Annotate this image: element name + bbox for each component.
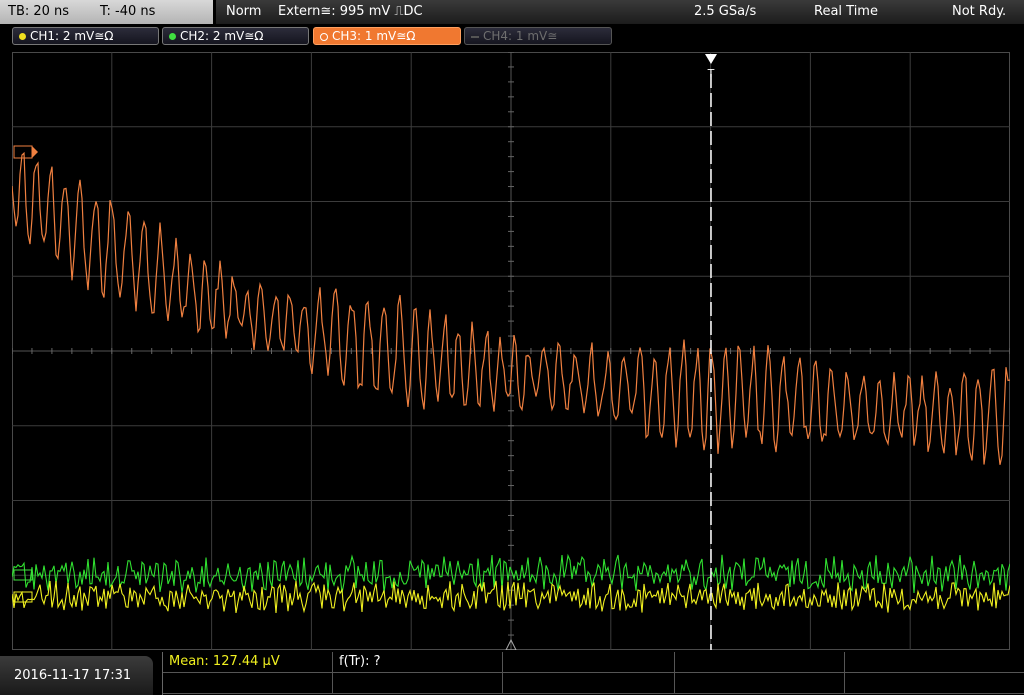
channel-2-label: CH2: 2 mV≅Ω [180,29,264,43]
measurement-cell-9[interactable] [675,673,845,694]
timebase-box[interactable]: TB: 20 ns T: -40 ns [0,0,213,24]
trigger-mode-label: Norm [226,4,262,19]
measurement-cell-6[interactable] [163,673,333,694]
status-label: Not Rdy. [952,4,1007,19]
grid-lines [12,52,1010,650]
measurement-cell-8[interactable] [503,673,675,694]
date-time-label: 2016-11-17 17:31 [0,656,153,695]
channel-1-dot-icon [19,33,26,40]
trigger-marker-label: T [707,67,715,80]
measurement-cell-10[interactable] [845,673,1024,694]
channel-2-button[interactable]: CH2: 2 mV≅Ω [162,27,309,45]
channel-3-offset-icon [13,145,33,159]
top-status-bar: TB: 20 ns T: -40 ns Norm Extern≅: 995 mV… [0,0,1024,24]
trigger-frequency-measurement: f(Tr): ? [339,654,381,669]
channel-3-dot-icon [320,32,328,41]
channel-4-label: CH4: 1 mV≅ [483,29,558,43]
trigger-offset-label: T: -40 ns [100,4,156,19]
measurement-cell-3[interactable] [503,652,675,673]
waveform-canvas[interactable]: T [12,52,1010,650]
sample-rate-label: 2.5 GSa/s [694,4,757,19]
trigger-position-icon [705,54,717,64]
timebase-label: TB: 20 ns [8,4,70,19]
channel-3-button[interactable]: CH3: 1 mV≅Ω [313,27,461,45]
measurement-cell-4[interactable] [675,652,845,673]
measurement-panel[interactable]: Mean: 127.44 µV f(Tr): ? [162,652,1024,695]
channel-4-dash-icon [471,35,479,38]
acquisition-bar[interactable]: Norm Extern≅: 995 mV ⎍DC 2.5 GSa/s Real … [216,0,1024,24]
acquisition-mode-label: Real Time [814,4,878,19]
measurement-cell-5[interactable] [845,652,1024,673]
trigger-source-label: Extern≅: 995 mV ⎍DC [278,4,423,19]
channel-bar: CH1: 2 mV≅Ω CH2: 2 mV≅Ω CH3: 1 mV≅Ω CH4:… [0,24,1024,48]
channel-3-offset-arrow-icon [32,146,38,158]
channel-4-button[interactable]: CH4: 1 mV≅ [464,27,612,45]
measurement-cell-7[interactable] [333,673,503,694]
channel-3-label: CH3: 1 mV≅Ω [332,29,416,43]
channel-1-button[interactable]: CH1: 2 mV≅Ω [12,27,159,45]
channel-1-label: CH1: 2 mV≅Ω [30,29,114,43]
mean-measurement: Mean: 127.44 µV [169,654,280,669]
channel-2-dot-icon [169,33,176,40]
